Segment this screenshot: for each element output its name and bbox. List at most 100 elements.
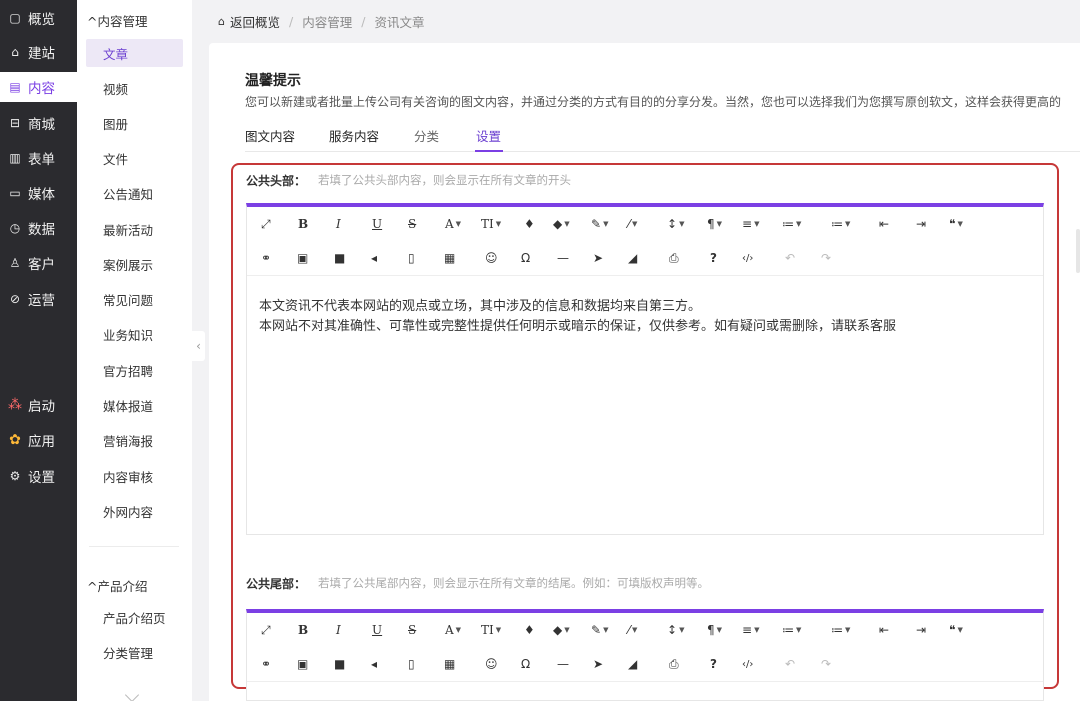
horizontal-rule-icon[interactable]: — <box>557 655 569 673</box>
submenu-item-faq[interactable]: 常见问题 <box>86 285 183 313</box>
outdent-icon[interactable]: ⇤ <box>879 621 889 639</box>
ordered-list-icon[interactable]: ≔ ▼ <box>782 215 801 233</box>
strikethrough-icon[interactable]: S <box>408 621 416 639</box>
submenu-item-product-page[interactable]: 产品介绍页 <box>86 603 183 631</box>
bold-icon[interactable]: B <box>298 215 308 233</box>
horizontal-rule-icon[interactable]: — <box>557 249 569 267</box>
nav-item-settings[interactable]: ⚙ 设置 <box>0 461 77 491</box>
file-icon[interactable]: ▯ <box>408 249 415 267</box>
source-code-icon[interactable]: ‹/› <box>742 655 753 673</box>
submenu-item-posters[interactable]: 营销海报 <box>86 426 183 454</box>
submenu-item-cases[interactable]: 案例展示 <box>86 250 183 278</box>
nav-item-shop[interactable]: ⊟ 商城 <box>0 108 77 138</box>
ordered-list-icon[interactable]: ≔ ▼ <box>782 621 801 639</box>
pointer-icon[interactable]: ➤ <box>593 655 603 673</box>
paragraph-icon[interactable]: ¶ ▼ <box>707 621 722 639</box>
submenu-item-albums[interactable]: 图册 <box>86 109 183 137</box>
tag-icon[interactable]: ◆ ▼ <box>553 621 570 639</box>
quote-icon[interactable]: ❝ ▼ <box>949 621 963 639</box>
help-icon[interactable]: ? <box>710 655 717 673</box>
tab-category[interactable]: 分类 <box>414 126 439 145</box>
image-icon[interactable]: ▣ <box>297 249 308 267</box>
nav-item-forms[interactable]: ▥ 表单 <box>0 143 77 173</box>
tab-rich-content[interactable]: 图文内容 <box>245 126 295 145</box>
tab-settings[interactable]: 设置 <box>476 126 501 145</box>
fullscreen-icon[interactable]: ⤢ <box>261 215 271 233</box>
image-icon[interactable]: ▣ <box>297 655 308 673</box>
undo-icon[interactable]: ↶ <box>785 655 795 673</box>
submenu-item-review[interactable]: 内容审核 <box>86 462 183 490</box>
font-size-icon[interactable]: TI ▼ <box>481 215 501 233</box>
magic-icon[interactable]: ⁄ ▼ <box>628 621 637 639</box>
underline-icon[interactable]: U <box>372 215 382 233</box>
font-color-icon[interactable]: A ▼ <box>445 621 461 639</box>
indent-icon[interactable]: ⇥ <box>916 621 926 639</box>
redo-icon[interactable]: ↷ <box>821 655 831 673</box>
chevron-down-icon[interactable] <box>124 687 140 701</box>
font-size-icon[interactable]: TI ▼ <box>481 621 501 639</box>
submenu-item-videos[interactable]: 视频 <box>86 74 183 102</box>
submenu-item-category[interactable]: 分类管理 <box>86 638 183 666</box>
table-icon[interactable]: ▦ <box>444 249 455 267</box>
help-icon[interactable]: ? <box>710 249 717 267</box>
align-icon[interactable]: ≡ ▼ <box>742 621 759 639</box>
paragraph-icon[interactable]: ¶ ▼ <box>707 215 722 233</box>
nav-item-data[interactable]: ◷ 数据 <box>0 213 77 243</box>
submenu-item-files[interactable]: 文件 <box>86 144 183 172</box>
bullet-list-icon[interactable]: ≔ ▼ <box>831 621 850 639</box>
submenu-item-press[interactable]: 媒体报道 <box>86 391 183 419</box>
submenu-item-external[interactable]: 外网内容 <box>86 497 183 525</box>
print-icon[interactable]: ⎙ <box>669 655 679 673</box>
submenu-item-articles[interactable]: 文章 <box>86 39 183 67</box>
tab-service-content[interactable]: 服务内容 <box>329 126 379 145</box>
drop-icon[interactable]: ♦ <box>524 215 535 233</box>
bullet-list-icon[interactable]: ≔ ▼ <box>831 215 850 233</box>
brush-icon[interactable]: ✎ ▼ <box>591 621 608 639</box>
submenu-group-product[interactable]: ^产品介绍 <box>87 576 148 595</box>
eraser-icon[interactable]: ◢ <box>628 655 637 673</box>
collapse-sidebar-button[interactable]: ‹ <box>192 331 205 361</box>
line-height-icon[interactable]: ↕ ▼ <box>667 621 684 639</box>
tag-icon[interactable]: ◆ ▼ <box>553 215 570 233</box>
emoji-icon[interactable]: ☺ <box>485 249 498 267</box>
italic-icon[interactable]: I <box>336 215 341 233</box>
drop-icon[interactable]: ♦ <box>524 621 535 639</box>
submenu-group-content[interactable]: ^内容管理 <box>87 11 148 30</box>
eraser-icon[interactable]: ◢ <box>628 249 637 267</box>
undo-icon[interactable]: ↶ <box>785 249 795 267</box>
quote-icon[interactable]: ❝ ▼ <box>949 215 963 233</box>
header-editor-content[interactable]: 本文资讯不代表本网站的观点或立场，其中涉及的信息和数据均来自第三方。 本网站不对… <box>259 297 896 337</box>
bold-icon[interactable]: B <box>298 621 308 639</box>
print-icon[interactable]: ⎙ <box>669 249 679 267</box>
fullscreen-icon[interactable]: ⤢ <box>261 621 271 639</box>
file-icon[interactable]: ▯ <box>408 655 415 673</box>
link-icon[interactable]: ⚭ <box>261 655 271 673</box>
scrollbar[interactable] <box>1076 229 1080 273</box>
underline-icon[interactable]: U <box>372 621 382 639</box>
submenu-item-jobs[interactable]: 官方招聘 <box>86 356 183 384</box>
omega-icon[interactable]: Ω <box>521 249 530 267</box>
nav-item-operations[interactable]: ⊘ 运营 <box>0 284 77 314</box>
video-icon[interactable]: ■ <box>334 249 345 267</box>
font-color-icon[interactable]: A ▼ <box>445 215 461 233</box>
submenu-item-events[interactable]: 最新活动 <box>86 215 183 243</box>
table-icon[interactable]: ▦ <box>444 655 455 673</box>
align-icon[interactable]: ≡ ▼ <box>742 215 759 233</box>
emoji-icon[interactable]: ☺ <box>485 655 498 673</box>
nav-item-launch[interactable]: ⁂ 启动 <box>0 390 77 420</box>
outdent-icon[interactable]: ⇤ <box>879 215 889 233</box>
breadcrumb-item[interactable]: 内容管理 <box>302 12 352 31</box>
video-icon[interactable]: ■ <box>334 655 345 673</box>
line-height-icon[interactable]: ↕ ▼ <box>667 215 684 233</box>
nav-item-customers[interactable]: ♙ 客户 <box>0 248 77 278</box>
audio-icon[interactable]: ◂ <box>371 655 377 673</box>
italic-icon[interactable]: I <box>336 621 341 639</box>
nav-item-media[interactable]: ▭ 媒体 <box>0 178 77 208</box>
source-code-icon[interactable]: ‹/› <box>742 249 753 267</box>
submenu-item-notices[interactable]: 公告通知 <box>86 179 183 207</box>
strikethrough-icon[interactable]: S <box>408 215 416 233</box>
breadcrumb-home[interactable]: ⌂ 返回概览 <box>218 12 280 31</box>
brush-icon[interactable]: ✎ ▼ <box>591 215 608 233</box>
magic-icon[interactable]: ⁄ ▼ <box>628 215 637 233</box>
audio-icon[interactable]: ◂ <box>371 249 377 267</box>
